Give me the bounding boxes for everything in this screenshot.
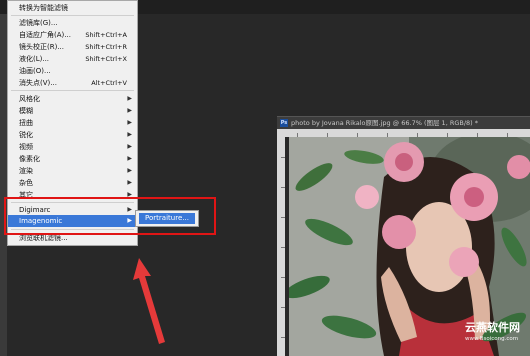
tools-panel-edge — [0, 14, 7, 356]
menu-item-label: 风格化 — [19, 95, 40, 103]
menu-item-label: 液化(L)... — [19, 55, 50, 63]
site-watermark: 云燕软件网 www.Bsoicong.com — [465, 321, 529, 343]
annotation-highlight-box — [4, 197, 216, 235]
ruler-tick — [281, 307, 285, 308]
chevron-right-icon: ▶ — [127, 143, 132, 150]
menu-item-label: 视频 — [19, 143, 33, 151]
ruler-tick — [281, 337, 285, 338]
menu-item-label: 锐化 — [19, 131, 33, 139]
menu-item-liquify[interactable]: 液化(L)... Shift+Ctrl+X — [8, 53, 137, 65]
menu-item-shortcut: Shift+Ctrl+R — [85, 43, 127, 51]
menu-item-label: 滤镜库(G)... — [19, 19, 58, 27]
menu-item-noise[interactable]: 杂色 ▶ — [8, 177, 137, 189]
menu-item-filter-gallery[interactable]: 滤镜库(G)... — [8, 17, 137, 29]
chevron-right-icon: ▶ — [127, 119, 132, 126]
menu-item-label: 像素化 — [19, 155, 40, 163]
annotation-arrow-icon — [133, 258, 165, 344]
vertical-ruler[interactable] — [277, 137, 285, 356]
watermark-title: 云燕软件网 — [465, 321, 520, 334]
menu-item-label: 消失点(V)... — [19, 79, 57, 87]
menu-item-shortcut: Shift+Ctrl+A — [85, 31, 127, 39]
ruler-tick — [281, 157, 285, 158]
watermark-url: www.Bsoicong.com — [465, 336, 519, 342]
menu-item-pixelate[interactable]: 像素化 ▶ — [8, 153, 137, 165]
menu-item-lens-correction[interactable]: 镜头校正(R)... Shift+Ctrl+R — [8, 41, 137, 53]
menu-item-label: 渲染 — [19, 167, 33, 175]
menu-item-video[interactable]: 视频 ▶ — [8, 141, 137, 153]
menu-separator — [11, 15, 134, 16]
chevron-right-icon: ▶ — [127, 131, 132, 138]
horizontal-ruler[interactable] — [277, 129, 530, 137]
document-title: photo by Jovana Rikalo原图.jpg @ 66.7% (图层… — [291, 119, 479, 127]
menu-item-label: 杂色 — [19, 179, 33, 187]
ruler-tick — [281, 277, 285, 278]
menu-item-adaptive-wide-angle[interactable]: 自适应广角(A)... Shift+Ctrl+A — [8, 29, 137, 41]
menu-item-render[interactable]: 渲染 ▶ — [8, 165, 137, 177]
menu-item-label: 扭曲 — [19, 119, 33, 127]
menu-item-label: 油画(O)... — [19, 67, 51, 75]
chevron-right-icon: ▶ — [127, 107, 132, 114]
menu-item-convert-smart-filter[interactable]: 转换为智能滤镜 — [8, 2, 137, 14]
menu-item-shortcut: Alt+Ctrl+V — [91, 79, 127, 87]
menu-item-label: 自适应广角(A)... — [19, 31, 71, 39]
menu-item-stylize[interactable]: 风格化 ▶ — [8, 93, 137, 105]
menu-item-sharpen[interactable]: 锐化 ▶ — [8, 129, 137, 141]
ruler-tick — [281, 187, 285, 188]
chevron-right-icon: ▶ — [127, 167, 132, 174]
ruler-tick — [281, 247, 285, 248]
menu-item-label: 模糊 — [19, 107, 33, 115]
chevron-right-icon: ▶ — [127, 95, 132, 102]
menu-item-label: 镜头校正(R)... — [19, 43, 65, 51]
menu-item-vanishing-point[interactable]: 消失点(V)... Alt+Ctrl+V — [8, 77, 137, 89]
menu-item-shortcut: Shift+Ctrl+X — [85, 55, 127, 63]
menu-separator — [11, 90, 134, 91]
document-tab[interactable]: Ps photo by Jovana Rikalo原图.jpg @ 66.7% … — [277, 116, 530, 129]
menu-item-label: 转换为智能滤镜 — [19, 4, 68, 12]
menu-item-distort[interactable]: 扭曲 ▶ — [8, 117, 137, 129]
menu-item-oil-paint[interactable]: 油画(O)... — [8, 65, 137, 77]
ruler-tick — [281, 217, 285, 218]
menu-item-blur[interactable]: 模糊 ▶ — [8, 105, 137, 117]
chevron-right-icon: ▶ — [127, 155, 132, 162]
photoshop-icon: Ps — [280, 119, 288, 127]
chevron-right-icon: ▶ — [127, 179, 132, 186]
